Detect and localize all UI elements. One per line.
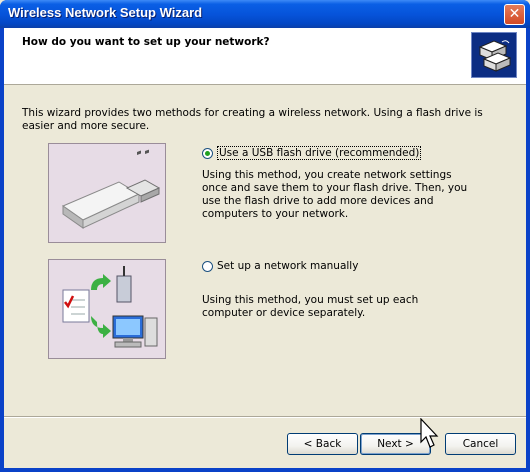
cancel-button[interactable]: Cancel [445, 433, 516, 455]
button-separator [4, 416, 526, 418]
network-wizard-icon [471, 32, 517, 78]
usb-option-radio[interactable]: Use a USB flash drive (recommended) [202, 146, 422, 160]
wizard-body: How do you want to set up your network? [4, 28, 526, 468]
manual-option-radio[interactable]: Set up a network manually [202, 260, 358, 272]
window-title: Wireless Network Setup Wizard [8, 5, 203, 20]
intro-text: This wizard provides two methods for cre… [22, 107, 483, 132]
mouse-pointer-icon [420, 418, 439, 448]
wizard-header: How do you want to set up your network? [4, 28, 526, 85]
page-title: How do you want to set up your network? [22, 36, 270, 48]
title-bar[interactable]: Wireless Network Setup Wizard ✕ [0, 0, 530, 28]
close-button[interactable]: ✕ [504, 4, 525, 25]
back-button[interactable]: < Back [287, 433, 358, 455]
manual-option-description: Using this method, you must set up each … [202, 294, 419, 319]
wizard-window: Wireless Network Setup Wizard ✕ How do y… [0, 0, 530, 472]
radio-checked-icon[interactable] [202, 147, 213, 159]
usb-option-label[interactable]: Use a USB flash drive (recommended) [217, 146, 422, 160]
usb-option-description: Using this method, you create network se… [202, 169, 468, 220]
usb-flash-drive-icon [48, 143, 166, 243]
radio-unchecked-icon[interactable] [202, 260, 213, 272]
manual-network-setup-icon [48, 259, 166, 359]
manual-option-label[interactable]: Set up a network manually [217, 260, 358, 272]
